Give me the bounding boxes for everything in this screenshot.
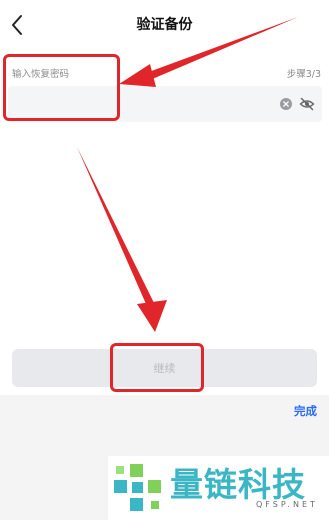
watermark-logo <box>114 464 161 511</box>
eye-off-icon[interactable] <box>299 96 315 112</box>
annotation-arrow-top-head <box>119 64 156 87</box>
step-indicator: 步骤3/3 <box>286 69 321 80</box>
page-title: 验证备份 <box>136 17 193 33</box>
done-link[interactable]: 完成 <box>294 403 317 419</box>
annotation-arrow-down <box>77 147 157 313</box>
watermark-domain: QFSP.NET <box>256 500 318 509</box>
header: 验证备份 <box>0 0 329 48</box>
annotation-arrow-down-head <box>137 300 167 332</box>
clear-icon[interactable] <box>280 98 292 110</box>
annotation-box-button <box>110 343 204 392</box>
annotation-box-input <box>3 54 120 121</box>
watermark: 量链科技 QFSP.NET <box>108 456 329 520</box>
watermark-name: 量链科技 <box>170 465 306 504</box>
